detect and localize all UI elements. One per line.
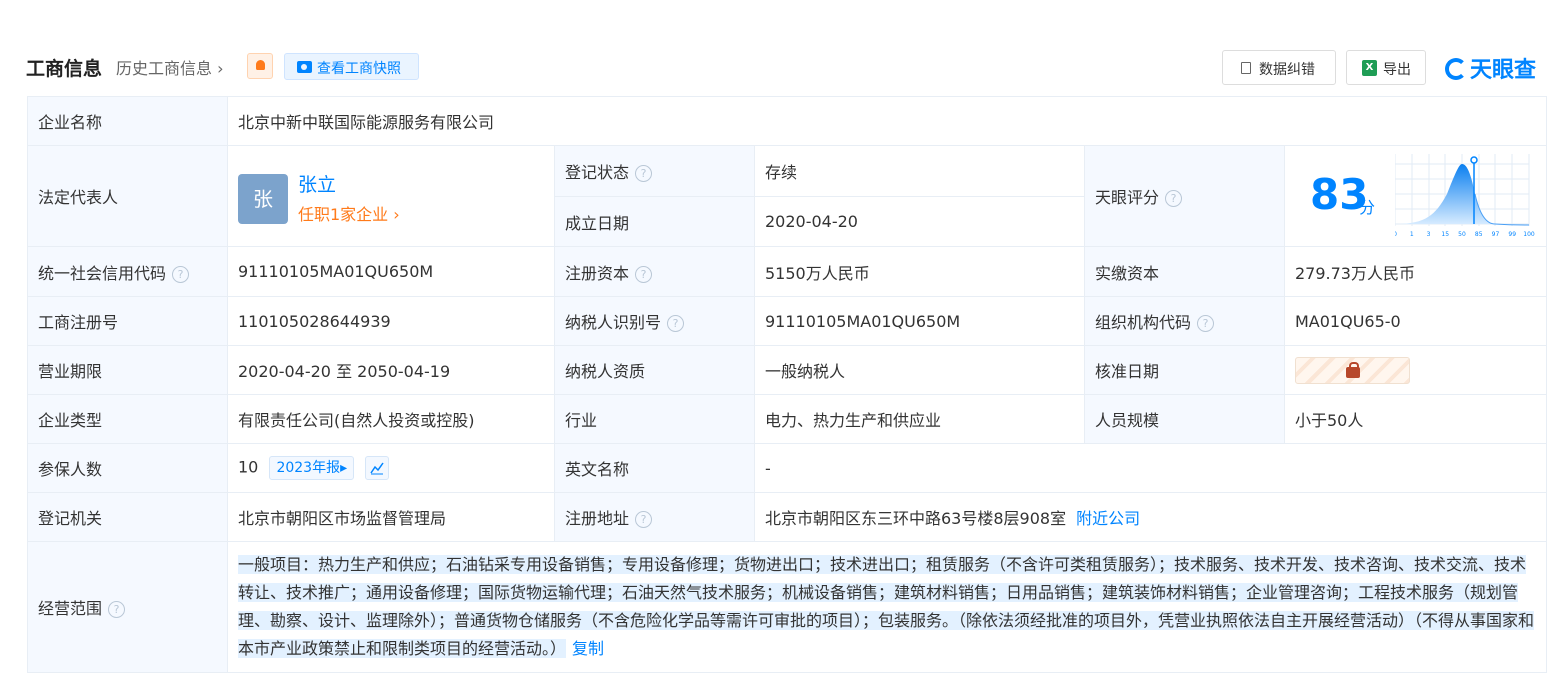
help-icon[interactable]: ? — [1197, 315, 1215, 332]
lock-icon — [1346, 361, 1360, 378]
term-value: 2020-04-20 至 2050-04-19 — [227, 345, 555, 395]
reg-capital-label: 注册资本? — [554, 246, 755, 297]
score-label: 天眼评分? — [1084, 145, 1285, 247]
authority-value: 北京市朝阳区市场监督管理局 — [227, 492, 555, 542]
table-row: 统一社会信用代码? 91110105MA01QU650M 注册资本? 5150万… — [27, 246, 1548, 297]
table-row: 企业名称 北京中新中联国际能源服务有限公司 — [27, 96, 1548, 146]
taxpayer-qual-label: 纳税人资质 — [554, 345, 755, 395]
nearby-companies-link[interactable]: 附近公司 — [1076, 509, 1140, 528]
found-date-value: 2020-04-20 — [754, 196, 1085, 247]
company-type-label: 企业类型 — [27, 394, 228, 444]
found-date-label: 成立日期 — [554, 196, 755, 247]
company-type-value: 有限责任公司(自然人投资或控股) — [227, 394, 555, 444]
trend-chart-icon[interactable] — [365, 456, 390, 480]
paid-capital-label: 实缴资本 — [1084, 246, 1285, 297]
table-row: 登记机关 北京市朝阳区市场监督管理局 注册地址? 北京市朝阳区东三环中路63号楼… — [27, 492, 1548, 542]
table-row: 营业期限 2020-04-20 至 2050-04-19 纳税人资质 一般纳税人… — [27, 345, 1548, 395]
address-label: 注册地址? — [554, 492, 755, 542]
company-name-label: 企业名称 — [27, 96, 228, 146]
table-row: 法定代表人 张 张立 任职1家企业 › 登记状态? 存续 天眼评分? 83 分 … — [27, 145, 1548, 247]
staff-size-value: 小于50人 — [1283, 394, 1548, 444]
bell-icon[interactable] — [247, 53, 273, 79]
legal-rep-jobs-link[interactable]: 任职1家企业 › — [298, 201, 400, 225]
score-axis-tick: 85 — [1475, 231, 1483, 238]
legal-rep-name-link[interactable]: 张立 — [298, 170, 336, 197]
insured-label: 参保人数 — [27, 443, 228, 493]
help-icon[interactable]: ? — [108, 601, 126, 618]
copy-button[interactable]: 复制 — [572, 639, 604, 658]
score-axis-tick: 1 — [1410, 231, 1414, 238]
reg-status-value: 存续 — [754, 145, 1085, 197]
annual-report-button[interactable]: 2023年报▸ — [269, 456, 355, 480]
taxpayer-id-label: 纳税人识别号? — [554, 296, 755, 346]
term-label: 营业期限 — [27, 345, 228, 395]
table-row: 经营范围? 一般项目：热力生产和供应；石油钻采专用设备销售；专用设备修理；货物进… — [27, 541, 1548, 673]
taxpayer-qual-value: 一般纳税人 — [754, 345, 1085, 395]
company-name-value: 北京中新中联国际能源服务有限公司 — [226, 96, 1548, 146]
score-axis-tick: 3 — [1427, 231, 1431, 238]
help-icon[interactable]: ? — [635, 265, 653, 283]
org-code-label: 组织机构代码? — [1084, 296, 1285, 346]
section-header: 工商信息 历史工商信息 › 查看工商快照 数据纠错 X 导出 天眼查 — [26, 50, 1546, 85]
camera-icon — [297, 61, 312, 73]
document-icon — [1241, 62, 1251, 74]
reg-status-label: 登记状态? — [554, 145, 755, 197]
business-info-table: 企业名称 北京中新中联国际能源服务有限公司 法定代表人 张 张立 任职1家企业 … — [27, 96, 1548, 673]
table-row: 工商注册号 110105028644939 纳税人识别号? 91110105MA… — [27, 296, 1548, 346]
insured-cell: 10 2023年报▸ — [227, 443, 555, 493]
english-name-label: 英文名称 — [554, 443, 755, 493]
excel-icon: X — [1362, 60, 1377, 76]
history-link[interactable]: 历史工商信息 › — [116, 55, 224, 79]
score-axis-tick: 100 — [1523, 231, 1535, 238]
credit-code-value: 91110105MA01QU650M — [227, 246, 555, 297]
address-value: 北京市朝阳区东三环中路63号楼8层908室 — [765, 509, 1067, 528]
section-title: 工商信息 — [26, 58, 103, 80]
industry-value: 电力、热力生产和供应业 — [754, 394, 1085, 444]
export-button[interactable]: X 导出 — [1346, 50, 1426, 85]
approve-date-value — [1283, 345, 1548, 395]
industry-label: 行业 — [554, 394, 755, 444]
score-axis-tick: 97 — [1492, 231, 1500, 238]
reg-no-label: 工商注册号 — [27, 296, 228, 346]
scope-label: 经营范围? — [27, 541, 228, 673]
english-name-value: - — [753, 443, 1548, 493]
reg-no-value: 110105028644939 — [227, 296, 555, 346]
avatar[interactable]: 张 — [238, 174, 288, 224]
score-distribution-chart: 0 1 3 15 50 85 97 99 100 — [1395, 154, 1535, 238]
address-cell: 北京市朝阳区东三环中路63号楼8层908室 附近公司 — [753, 492, 1548, 542]
help-icon[interactable]: ? — [172, 265, 190, 283]
vip-lock-badge[interactable] — [1295, 356, 1410, 384]
score-axis-tick: 15 — [1441, 231, 1449, 238]
help-icon[interactable]: ? — [667, 315, 685, 332]
help-icon[interactable]: ? — [635, 511, 653, 528]
tianyancha-logo: 天眼查 — [1445, 52, 1536, 84]
org-code-value: MA01QU65-0 — [1283, 296, 1548, 346]
snapshot-button[interactable]: 查看工商快照 — [284, 53, 419, 80]
legal-rep-label: 法定代表人 — [27, 145, 228, 247]
score-cell[interactable]: 83 分 0131550859799100 — [1283, 145, 1548, 247]
score-axis-tick: 0 — [1395, 231, 1397, 238]
logo-mark-icon — [1445, 58, 1467, 80]
paid-capital-value: 279.73万人民币 — [1283, 246, 1548, 297]
help-icon[interactable]: ? — [1165, 190, 1183, 207]
staff-size-label: 人员规模 — [1084, 394, 1285, 444]
approve-date-label: 核准日期 — [1084, 345, 1285, 395]
scope-value: 一般项目：热力生产和供应；石油钻采专用设备销售；专用设备修理；货物进出口；技术进… — [238, 555, 1535, 658]
score-axis-tick: 99 — [1508, 231, 1516, 238]
help-icon[interactable]: ? — [635, 165, 653, 182]
table-row: 企业类型 有限责任公司(自然人投资或控股) 行业 电力、热力生产和供应业 人员规… — [27, 394, 1548, 444]
legal-rep-cell: 张 张立 任职1家企业 › — [227, 145, 555, 247]
taxpayer-id-value: 91110105MA01QU650M — [754, 296, 1085, 346]
credit-code-label: 统一社会信用代码? — [27, 246, 228, 297]
insured-value: 10 — [238, 457, 259, 477]
score-unit: 分 — [1359, 198, 1376, 217]
table-row: 参保人数 10 2023年报▸ 英文名称 - — [27, 443, 1548, 493]
score-axis-tick: 50 — [1458, 231, 1466, 238]
reg-capital-value: 5150万人民币 — [754, 246, 1085, 297]
authority-label: 登记机关 — [27, 492, 228, 542]
data-correction-button[interactable]: 数据纠错 — [1222, 50, 1336, 85]
scope-cell: 一般项目：热力生产和供应；石油钻采专用设备销售；专用设备修理；货物进出口；技术进… — [226, 541, 1548, 673]
